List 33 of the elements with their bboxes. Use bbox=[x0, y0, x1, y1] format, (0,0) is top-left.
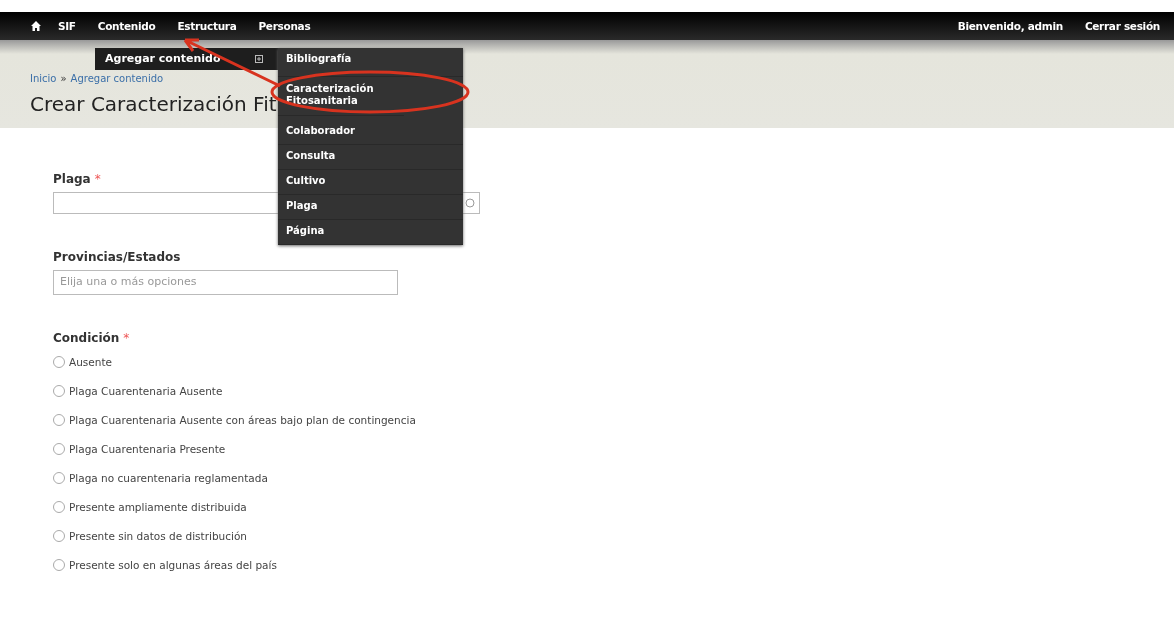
page-title: Crear Caracterización Fit bbox=[30, 92, 277, 116]
breadcrumb-separator: » bbox=[60, 73, 67, 84]
toolbar-link[interactable]: SIF bbox=[58, 20, 76, 32]
radio-label[interactable]: Plaga Cuarentenaria Ausente bbox=[69, 385, 223, 397]
menu-item[interactable]: Plaga bbox=[278, 195, 463, 220]
field-label: Provincias/Estados bbox=[53, 250, 181, 264]
breadcrumb-link[interactable]: Inicio bbox=[30, 73, 57, 84]
menu-item[interactable]: Cultivo bbox=[278, 170, 463, 195]
radio-label[interactable]: Presente ampliamente distribuida bbox=[69, 501, 247, 513]
throbber-icon bbox=[465, 198, 475, 208]
toolbar-link[interactable]: Estructura bbox=[177, 20, 237, 32]
field-label: Plaga bbox=[53, 172, 91, 186]
radio-label[interactable]: Presente sin datos de distribución bbox=[69, 530, 247, 542]
breadcrumb-link[interactable]: Agregar contenido bbox=[70, 73, 164, 84]
required-mark: * bbox=[94, 172, 101, 186]
required-mark: * bbox=[123, 331, 130, 345]
home-icon[interactable] bbox=[30, 20, 42, 32]
toolbar-link[interactable]: Contenido bbox=[97, 20, 156, 32]
field-label: Condición bbox=[53, 331, 120, 345]
radio-label[interactable]: Plaga Cuarentenaria Presente bbox=[69, 443, 226, 455]
menu-item[interactable]: Bibliografía bbox=[278, 48, 463, 77]
logout-link[interactable]: Cerrar sesión bbox=[1084, 20, 1160, 32]
radio-label[interactable]: Ausente bbox=[69, 356, 112, 368]
toolbar-link[interactable]: Personas bbox=[258, 20, 311, 32]
menu-item[interactable]: Colaborador bbox=[278, 116, 463, 145]
radio-label[interactable]: Plaga no cuarentenaria reglamentada bbox=[69, 472, 268, 484]
submenu-item[interactable]: Agregar contenido bbox=[95, 48, 278, 70]
user-link[interactable]: Bienvenido, admin bbox=[957, 20, 1063, 32]
radio-label[interactable]: Plaga Cuarentenaria Ausente con áreas bajo plan de contingencia bbox=[69, 414, 416, 426]
radio-label[interactable]: Presente solo en algunas áreas del país bbox=[69, 559, 277, 571]
expand-icon bbox=[255, 55, 263, 63]
menu-item[interactable]: Consulta bbox=[278, 145, 463, 170]
menu-item[interactable]: Página bbox=[278, 220, 463, 245]
